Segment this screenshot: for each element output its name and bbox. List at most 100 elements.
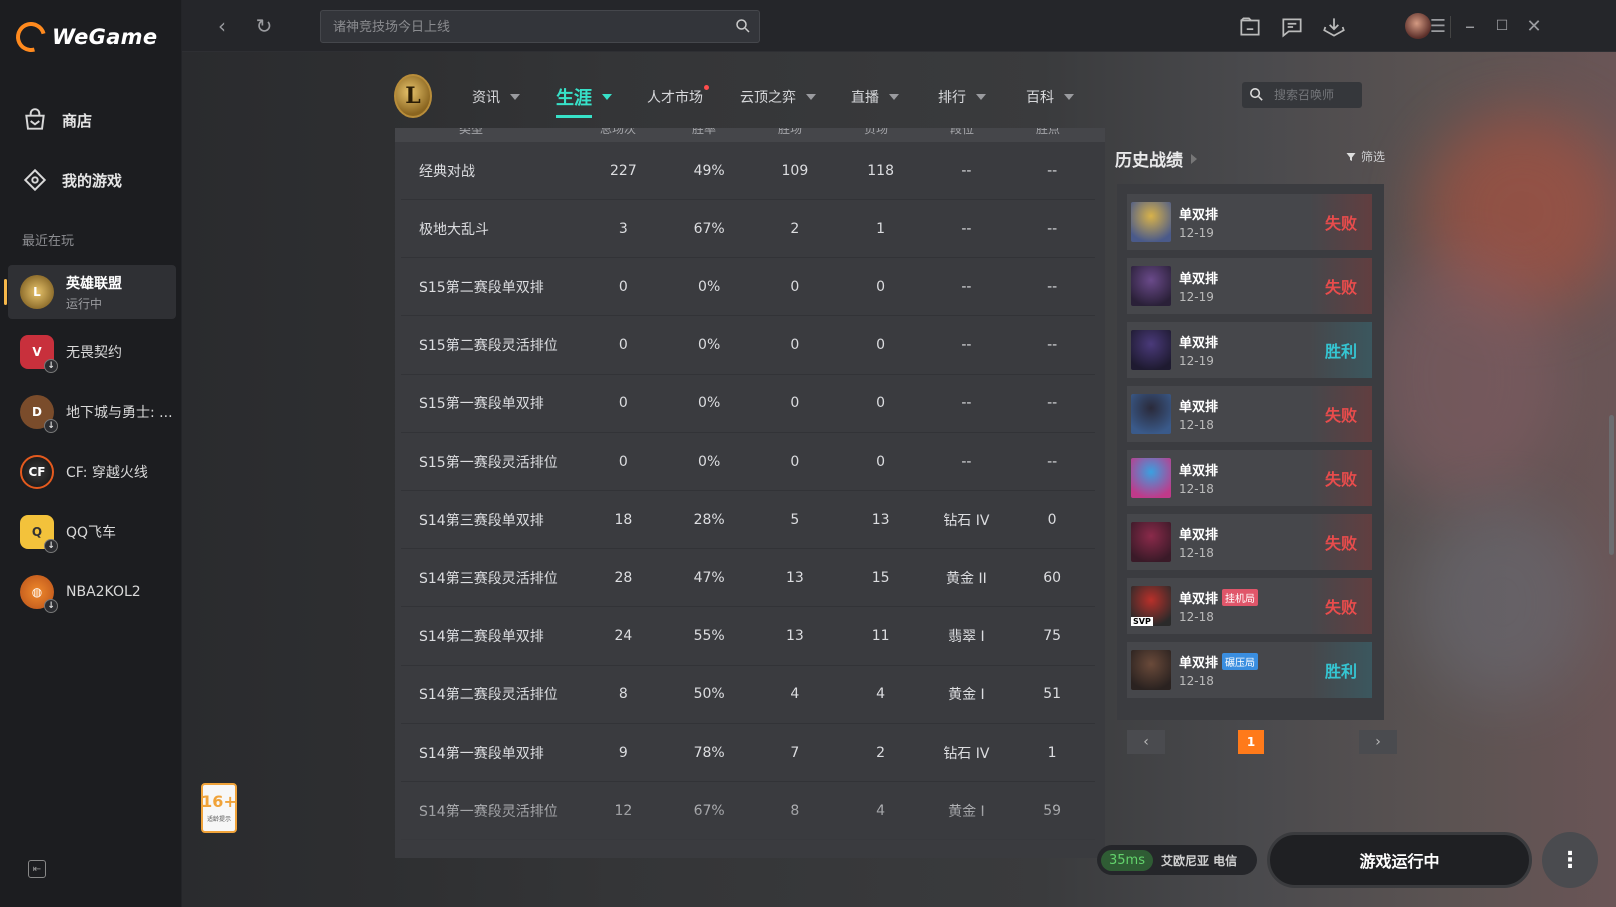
table-row: S15第二赛段单双排 0 0% 0 0 -- -- [401, 258, 1095, 317]
wegame-logo[interactable]: WeGame [10, 16, 157, 58]
table-cell: 0 [618, 453, 628, 470]
sidebar-item-label: 我的游戏 [62, 171, 123, 190]
match-result: 失败 [1310, 578, 1372, 634]
server-status[interactable]: 35ms 艾欧尼亚 电信 [1097, 845, 1257, 875]
game-running-button[interactable]: 游戏运行中 [1267, 832, 1532, 888]
next-page-button[interactable]: › [1359, 730, 1397, 754]
table-cell: 8 [618, 686, 628, 703]
maximize-icon[interactable]: ☐ [1490, 14, 1514, 38]
search-icon[interactable] [1248, 86, 1265, 103]
game-library-icon[interactable] [1237, 14, 1263, 40]
match-item[interactable]: 单双排 12-18 失败 [1127, 450, 1372, 506]
divider [1450, 16, 1451, 38]
sidebar-item-store[interactable]: 商店 [22, 107, 92, 133]
match-item[interactable]: 单双排 12-19 胜利 [1127, 322, 1372, 378]
more-options-button[interactable]: ⋮ [1542, 832, 1598, 888]
sidebar-item-my-games[interactable]: 我的游戏 [22, 167, 122, 193]
table-cell: 51 [1043, 686, 1062, 703]
match-mode: 单双排 [1179, 336, 1219, 351]
champion-portrait: SVP [1131, 586, 1171, 626]
table-row: 经典对战 227 49% 109 118 -- -- [401, 142, 1095, 200]
match-mode: 单双排 [1179, 464, 1219, 479]
download-icon: ↓ [44, 599, 58, 613]
sidebar-game-nba2k[interactable]: ◍ ↓ NBA2KOL2 [8, 565, 176, 619]
sidebar-game-cf[interactable]: CF CF: 穿越火线 [8, 445, 176, 499]
tab-career[interactable]: 生涯 [556, 84, 612, 118]
tab-ranking[interactable]: 排行 [938, 87, 986, 107]
column-header: 胜点 [1035, 128, 1060, 136]
match-item[interactable]: 单双排 12-18 失败 [1127, 514, 1372, 570]
game-name: 无畏契约 [66, 345, 122, 361]
chevron-down-icon [806, 94, 816, 100]
search-input[interactable] [320, 10, 760, 43]
match-date: 12-18 [1179, 546, 1214, 560]
sidebar-game-qqspeed[interactable]: Q ↓ QQ飞车 [8, 505, 176, 559]
table-cell: 0% [698, 337, 721, 354]
minimize-icon[interactable]: – [1458, 14, 1482, 38]
back-icon[interactable]: ‹ [210, 14, 234, 38]
close-icon[interactable]: ✕ [1522, 14, 1546, 38]
game-name: 地下城与勇士: ... [66, 405, 173, 421]
table-row: S15第二赛段灵活排位 0 0% 0 0 -- -- [401, 317, 1095, 375]
search-icon[interactable] [734, 17, 752, 35]
match-item[interactable]: 单双排 碾压局 12-18 胜利 [1127, 642, 1372, 698]
scrollbar[interactable] [1609, 415, 1614, 555]
table-cell: 翡翠 I [948, 629, 985, 646]
table-cell: 0 [790, 337, 800, 354]
champion-portrait [1131, 330, 1171, 370]
age-note: 适龄提示 [206, 815, 231, 823]
table-cell: 黄金 I [948, 687, 985, 704]
download-icon: ↓ [44, 359, 58, 373]
sidebar-game-dnf[interactable]: D ↓ 地下城与勇士: ... [8, 385, 176, 439]
match-mode: 单双排 [1179, 272, 1219, 287]
game-name: 英雄联盟 [66, 275, 122, 292]
table-cell: -- [1047, 395, 1058, 412]
collapse-sidebar-icon[interactable]: ⇤ [28, 860, 46, 878]
match-result: 胜利 [1310, 642, 1372, 698]
table-cell: -- [1047, 162, 1058, 179]
table-cell: S15第二赛段灵活排位 [419, 338, 558, 355]
sidebar-game-lol[interactable]: L 英雄联盟 运行中 [4, 265, 176, 319]
tab-label: 排行 [938, 90, 966, 106]
column-header: 总场次 [599, 128, 636, 136]
lol-logo[interactable]: L [394, 74, 432, 118]
match-item[interactable]: 单双排 12-18 失败 [1127, 386, 1372, 442]
table-cell: S15第一赛段单双排 [419, 396, 544, 413]
page-number[interactable]: 1 [1238, 730, 1264, 754]
table-cell: S14第三赛段单双排 [419, 512, 544, 529]
sidebar-game-valorant[interactable]: V ↓ 无畏契约 [8, 325, 176, 379]
match-item[interactable]: 单双排 12-19 失败 [1127, 258, 1372, 314]
match-item[interactable]: 单双排 12-19 失败 [1127, 194, 1372, 250]
chevron-right-icon [1191, 153, 1197, 164]
match-mode: 单双排 [1179, 592, 1219, 607]
tab-live[interactable]: 直播 [851, 87, 899, 107]
lol-navigation: L 资讯 生涯 人才市场 云顶之弈 直播 排行 百科 [182, 62, 1616, 128]
table-cell: 0 [618, 278, 628, 295]
menu-icon[interactable]: ☰ [1426, 14, 1450, 38]
tab-talent-market[interactable]: 人才市场 [647, 85, 709, 107]
message-icon[interactable] [1279, 14, 1305, 40]
tab-news[interactable]: 资讯 [472, 87, 520, 107]
table-cell: 24 [614, 628, 633, 645]
prev-page-button[interactable]: ‹ [1127, 730, 1165, 754]
filter-button[interactable]: 筛选 [1345, 148, 1385, 165]
tab-tft[interactable]: 云顶之弈 [740, 87, 816, 107]
history-title-text: 历史战绩 [1115, 151, 1183, 171]
tab-wiki[interactable]: 百科 [1026, 87, 1074, 107]
match-date: 12-18 [1179, 674, 1214, 688]
champion-portrait [1131, 522, 1171, 562]
table-cell: 50% [693, 686, 725, 703]
tab-label: 直播 [851, 90, 879, 106]
champion-portrait [1131, 458, 1171, 498]
table-cell: 47% [693, 569, 725, 586]
match-item[interactable]: SVP 单双排 挂机局 12-18 失败 [1127, 578, 1372, 634]
column-header: 胜率 [691, 128, 716, 136]
download-manager-icon[interactable] [1321, 14, 1347, 40]
tab-label: 云顶之弈 [740, 90, 796, 106]
history-title[interactable]: 历史战绩 [1115, 146, 1197, 171]
table-cell: 18 [614, 511, 633, 528]
table-cell: 黄金 II [946, 570, 987, 587]
notification-dot [704, 85, 709, 90]
refresh-icon[interactable]: ↻ [252, 14, 276, 38]
table-cell: 0 [876, 278, 886, 295]
